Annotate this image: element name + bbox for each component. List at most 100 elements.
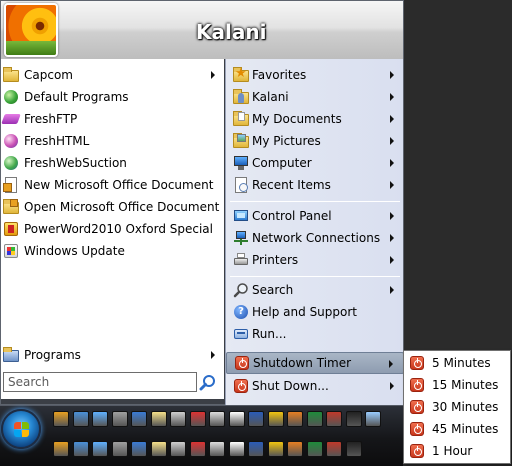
calculator-icon[interactable] (170, 411, 186, 427)
film-icon[interactable] (228, 441, 245, 457)
usb-icon[interactable] (111, 411, 128, 427)
mail-icon[interactable] (267, 411, 284, 427)
right-item-label: Kalani (252, 90, 289, 104)
freshwebsuction-icon (3, 155, 19, 171)
right-item-shutdown-timer[interactable]: Shutdown Timer (226, 352, 404, 374)
submenu-arrow-icon (390, 212, 394, 220)
clock-icon[interactable] (209, 411, 225, 427)
text-icon[interactable] (111, 441, 128, 457)
recent-items-icon (233, 177, 249, 193)
right-item-help-and-support[interactable]: ? Help and Support (226, 301, 404, 323)
left-item-default-programs[interactable]: Default Programs (1, 86, 224, 108)
left-item-label: PowerWord2010 Oxford Special (24, 222, 213, 236)
menu-separator (230, 201, 400, 202)
submenu-arrow-icon (390, 137, 394, 145)
right-item-kalani[interactable]: Kalani (226, 86, 404, 108)
tool-icon[interactable] (267, 441, 284, 457)
control-panel-icon (233, 208, 249, 224)
word-icon[interactable] (248, 411, 264, 427)
magnifier-icon[interactable] (365, 411, 381, 427)
monitor-icon[interactable] (72, 411, 89, 427)
right-item-my-pictures[interactable]: My Pictures (226, 130, 404, 152)
illustrator-icon[interactable] (53, 411, 69, 427)
default-programs-icon (3, 89, 19, 105)
hat-icon[interactable] (287, 441, 303, 457)
submenu-item-label: 30 Minutes (432, 400, 499, 414)
powerword-icon (3, 221, 19, 237)
left-item-windows-update[interactable]: Windows Update (1, 240, 224, 262)
shutdown-timer-icon (409, 399, 425, 415)
left-item-new-office-document[interactable]: New Microsoft Office Document (1, 174, 224, 196)
right-item-printers[interactable]: Printers (226, 249, 404, 271)
right-item-shut-down[interactable]: Shut Down... (226, 375, 404, 397)
pictures-folder-icon (233, 133, 249, 149)
link-icon[interactable] (287, 411, 303, 427)
left-item-label: Default Programs (24, 90, 129, 104)
submenu-item-30-minutes[interactable]: 30 Minutes (404, 396, 510, 418)
no-entry-icon[interactable] (189, 441, 206, 457)
network-icon[interactable] (326, 441, 342, 457)
acrobat-icon[interactable] (72, 441, 89, 457)
right-item-label: Computer (252, 156, 312, 170)
right-item-label: My Pictures (252, 134, 321, 148)
submenu-item-15-minutes[interactable]: 15 Minutes (404, 374, 510, 396)
submenu-arrow-icon (390, 382, 394, 390)
user-avatar[interactable] (4, 3, 58, 57)
search-input[interactable] (3, 372, 197, 392)
left-item-label: FreshWebSuction (24, 156, 127, 170)
media-icon[interactable] (150, 441, 167, 457)
submenu-arrow-icon (211, 351, 215, 359)
start-button[interactable] (1, 409, 41, 449)
penguin-icon[interactable] (345, 411, 362, 427)
submenu-item-label: 1 Hour (432, 444, 473, 458)
new-office-document-icon (3, 177, 19, 193)
firefox-icon[interactable] (345, 441, 362, 457)
word-processor-icon[interactable] (228, 411, 245, 427)
submenu-item-label: 15 Minutes (432, 378, 499, 392)
app-window-icon[interactable] (248, 441, 264, 457)
folder-icon (3, 67, 19, 83)
right-item-control-panel[interactable]: Control Panel (226, 205, 404, 227)
left-item-label: FreshHTML (24, 134, 90, 148)
search-button-icon[interactable] (199, 374, 217, 392)
left-item-capcom[interactable]: Capcom (1, 64, 224, 86)
right-item-run[interactable]: Run... (226, 323, 404, 345)
left-item-powerword[interactable]: PowerWord2010 Oxford Special (1, 218, 224, 240)
shutdown-timer-icon (409, 377, 425, 393)
right-item-search[interactable]: Search (226, 279, 404, 301)
globe-icon[interactable] (209, 441, 225, 457)
right-item-computer[interactable]: Computer (226, 152, 404, 174)
submenu-item-5-minutes[interactable]: 5 Minutes (404, 352, 510, 374)
right-item-my-documents[interactable]: My Documents (226, 108, 404, 130)
left-item-label: New Microsoft Office Document (24, 178, 214, 192)
shutdown-timer-submenu: 5 Minutes 15 Minutes 30 Minutes 45 Minut… (403, 350, 511, 464)
right-item-label: Control Panel (252, 209, 332, 223)
right-item-label: Recent Items (252, 178, 331, 192)
left-item-open-office-document[interactable]: Open Microsoft Office Document (1, 196, 224, 218)
submenu-item-1-hour[interactable]: 1 Hour (404, 440, 510, 462)
window-switch-icon[interactable] (92, 411, 108, 427)
excel-icon[interactable] (306, 411, 323, 427)
smiley-icon[interactable] (131, 441, 147, 457)
notepad-icon[interactable] (150, 411, 167, 427)
game-icon[interactable] (326, 411, 342, 427)
submenu-item-45-minutes[interactable]: 45 Minutes (404, 418, 510, 440)
right-item-recent-items[interactable]: Recent Items (226, 174, 404, 196)
right-item-network-connections[interactable]: Network Connections (226, 227, 404, 249)
right-item-favorites[interactable]: ★ Favorites (226, 64, 404, 86)
windows-update-icon (3, 243, 19, 259)
paint-icon[interactable] (189, 411, 206, 427)
pdf-icon[interactable] (53, 441, 69, 457)
programs-label: Programs (24, 348, 81, 362)
all-programs-button[interactable]: Programs (1, 344, 224, 366)
submenu-arrow-icon (390, 256, 394, 264)
photoshop-icon[interactable] (170, 441, 186, 457)
left-item-label: FreshFTP (24, 112, 78, 126)
left-item-freshwebsuction[interactable]: FreshWebSuction (1, 152, 224, 174)
start-menu-header: Kalani (1, 1, 403, 59)
messenger-icon[interactable] (131, 411, 147, 427)
shutdown-app-icon[interactable] (92, 441, 108, 457)
terminal-icon[interactable] (306, 441, 323, 457)
left-item-freshhtml[interactable]: FreshHTML (1, 130, 224, 152)
left-item-freshftp[interactable]: FreshFTP (1, 108, 224, 130)
